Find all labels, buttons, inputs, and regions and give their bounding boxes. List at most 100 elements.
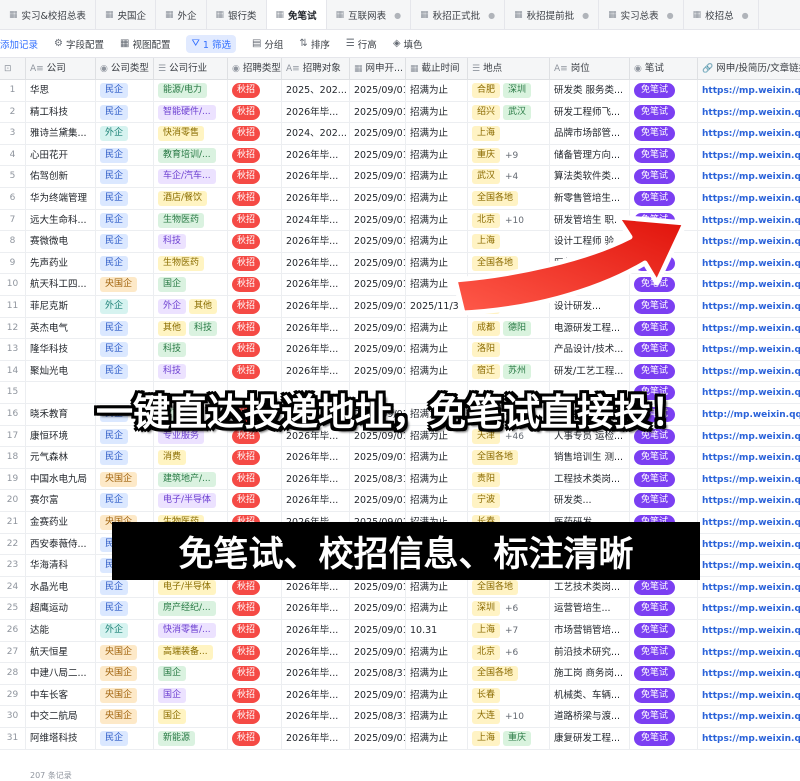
column-header[interactable]: ◉ 公司类型	[96, 58, 154, 80]
cell[interactable]: https://mp.weixin.qq.co	[698, 685, 800, 706]
cell[interactable]: 研发类...	[550, 490, 630, 512]
cell[interactable]: 上海 重庆	[468, 728, 550, 749]
cell[interactable]: 大连 +10	[468, 706, 550, 728]
fill-color-button[interactable]: ◈ 填色	[393, 37, 423, 51]
cell[interactable]: 菲尼克斯	[26, 296, 96, 317]
cell[interactable]: 28	[0, 663, 26, 685]
cell[interactable]: 上海 +7	[468, 620, 550, 641]
cell[interactable]: 2026年毕...	[282, 231, 350, 253]
table-row[interactable]: 28 中建八局二... 央国企 国企 秋招 2026年毕... 2025/08/31 招满为止…	[0, 663, 800, 685]
cell[interactable]: 2026年毕...	[282, 728, 350, 749]
cell[interactable]: 民企	[96, 447, 154, 469]
cell[interactable]: 招满为止	[406, 663, 468, 685]
cell[interactable]: 2025/09/01	[350, 252, 406, 274]
cell[interactable]: 元气森林	[26, 447, 96, 469]
table-row[interactable]: 11 菲尼克斯 外企 外企 其他 秋招 2026年毕... 2025/09/01 2025/11…	[0, 296, 800, 318]
apply-link[interactable]: https://mp.weixin.qq.co	[702, 86, 800, 96]
cell[interactable]: 免笔试	[630, 144, 698, 166]
cell[interactable]: 赛微微电	[26, 231, 96, 253]
cell[interactable]: 2025、202...	[282, 80, 350, 101]
cell[interactable]: 招满为止	[406, 144, 468, 166]
cell[interactable]: 2025/09/01	[350, 490, 406, 512]
cell[interactable]: 民企	[96, 317, 154, 339]
apply-link[interactable]: https://mp.weixin.qq.co	[702, 108, 800, 118]
cell[interactable]: https://mp.weixin.qq.co	[698, 663, 800, 684]
view-config-button[interactable]: ▦ 视图配置	[120, 37, 170, 51]
cell[interactable]: 生物医药	[154, 209, 228, 231]
cell[interactable]: 2024、202...	[282, 123, 350, 145]
table-row[interactable]: 27 航天恒星 央国企 高端装备... 秋招 2026年毕... 2025/09/01 招满为…	[0, 641, 800, 664]
cell[interactable]: https://mp.weixin.qq.co	[698, 577, 800, 598]
cell[interactable]: 23	[0, 555, 26, 577]
table-row[interactable]: 25 超鹰运动 民企 房产经纪/... 秋招 2026年毕... 2025/09/01 招满为…	[0, 598, 800, 620]
cell[interactable]: 武汉	[468, 274, 550, 296]
cell[interactable]: 康复研发工程...	[550, 728, 630, 749]
cell[interactable]: 招满为止	[406, 317, 468, 339]
cell[interactable]: 超鹰运动	[26, 598, 96, 620]
cell[interactable]: 国企	[154, 706, 228, 728]
cell[interactable]: 2025/09/01	[350, 684, 406, 706]
field-config-button[interactable]: ⚙ 字段配置	[54, 37, 104, 51]
cell[interactable]: 央国企	[96, 274, 154, 296]
apply-link[interactable]: https://mp.weixin.qq.co	[702, 540, 800, 550]
cell[interactable]: 秋招	[228, 728, 282, 749]
cell[interactable]: 招满为止	[406, 706, 468, 728]
cell[interactable]: 道路桥梁与渡...	[550, 706, 630, 728]
cell[interactable]: 招满为止	[406, 468, 468, 490]
cell[interactable]: 重庆 +9	[468, 144, 550, 166]
cell[interactable]: 秋招	[228, 80, 282, 101]
cell[interactable]: https://mp.weixin.qq.co	[698, 145, 800, 166]
cell[interactable]: 免笔试	[630, 339, 698, 361]
sort-button[interactable]: ⇅ 排序	[299, 37, 329, 51]
cell[interactable]: 招满为止	[406, 231, 468, 253]
table-row[interactable]: 7 远大生命科... 民企 生物医药 秋招 2024年毕... 2025/09/01 招满为止…	[0, 209, 800, 232]
cell[interactable]: 秋招	[228, 490, 282, 512]
cell[interactable]: 2026年毕...	[282, 339, 350, 361]
cell[interactable]: 秋招	[228, 641, 282, 663]
table-row[interactable]: 12 英杰电气 民企 其他 科技 秋招 2026年毕... 2025/09/01 招满为止 成都德…	[0, 317, 800, 340]
cell[interactable]: 赛尔富	[26, 490, 96, 512]
cell[interactable]: 绍兴 武汉	[468, 101, 550, 123]
cell[interactable]: 秋招	[228, 598, 282, 620]
cell[interactable]: 30	[0, 706, 26, 728]
cell[interactable]: 秋招	[228, 144, 282, 166]
cell[interactable]: https://mp.weixin.qq.co	[698, 620, 800, 641]
cell[interactable]: 其他 科技	[154, 317, 228, 339]
cell[interactable]: 深圳 +6	[468, 598, 550, 620]
cell[interactable]: https://mp.weixin.qq.co	[698, 231, 800, 252]
cell[interactable]: 秋招	[228, 274, 282, 296]
cell[interactable]: 2026年毕...	[282, 490, 350, 512]
cell[interactable]: 宁波	[468, 490, 550, 512]
apply-link[interactable]: https://mp.weixin.qq.co	[702, 691, 800, 701]
cell[interactable]: 2026年毕...	[282, 663, 350, 685]
cell[interactable]: 储备管理方向...	[550, 144, 630, 166]
cell[interactable]: 2026年毕...	[282, 252, 350, 274]
cell[interactable]: 秋招	[228, 663, 282, 685]
cell[interactable]: https://mp.weixin.qq.co	[698, 469, 800, 490]
apply-link[interactable]: https://mp.weixin.qq.co	[702, 324, 800, 334]
cell[interactable]: 华海清科	[26, 555, 96, 577]
cell[interactable]: 民企	[96, 231, 154, 253]
cell[interactable]: 2025/09/01	[350, 188, 406, 209]
table-row[interactable]: 13 隆华科技 民企 科技 秋招 2026年毕... 2025/09/01 招满为止 洛阳 产品设…	[0, 339, 800, 361]
table-row[interactable]: 10 航天科工四... 央国企 国企 秋招 2026年毕... 2025/09/01 招满为止…	[0, 274, 800, 296]
table-row[interactable]: 19 中国水电九局 央国企 建筑地产/... 秋招 2026年毕... 2025/08/31…	[0, 468, 800, 491]
cell[interactable]: https://mp.weixin.qq.co	[698, 80, 800, 101]
cell[interactable]: 2025/08/31	[350, 706, 406, 728]
cell[interactable]: 招满为止	[406, 360, 468, 382]
cell[interactable]: 秋招	[228, 684, 282, 706]
cell[interactable]: 31	[0, 728, 26, 749]
cell[interactable]: 秋招	[228, 296, 282, 317]
apply-link[interactable]: https://mp.weixin.qq.co	[702, 561, 800, 571]
cell[interactable]: 建筑地产/...	[154, 468, 228, 490]
cell[interactable]: 新零售管培生...	[550, 188, 630, 209]
cell[interactable]: 免笔试	[630, 728, 698, 749]
cell[interactable]: 研发/工艺工程...	[550, 360, 630, 382]
cell[interactable]: 生物医药	[154, 252, 228, 274]
cell[interactable]: 产品设计/技术...	[550, 339, 630, 361]
cell[interactable]: 中交二航局	[26, 706, 96, 728]
cell[interactable]: 免笔试	[630, 80, 698, 101]
cell[interactable]: 秋招	[228, 317, 282, 339]
cell[interactable]: https://mp.weixin.qq.co	[698, 123, 800, 144]
cell[interactable]: 2025/09/01	[350, 339, 406, 361]
